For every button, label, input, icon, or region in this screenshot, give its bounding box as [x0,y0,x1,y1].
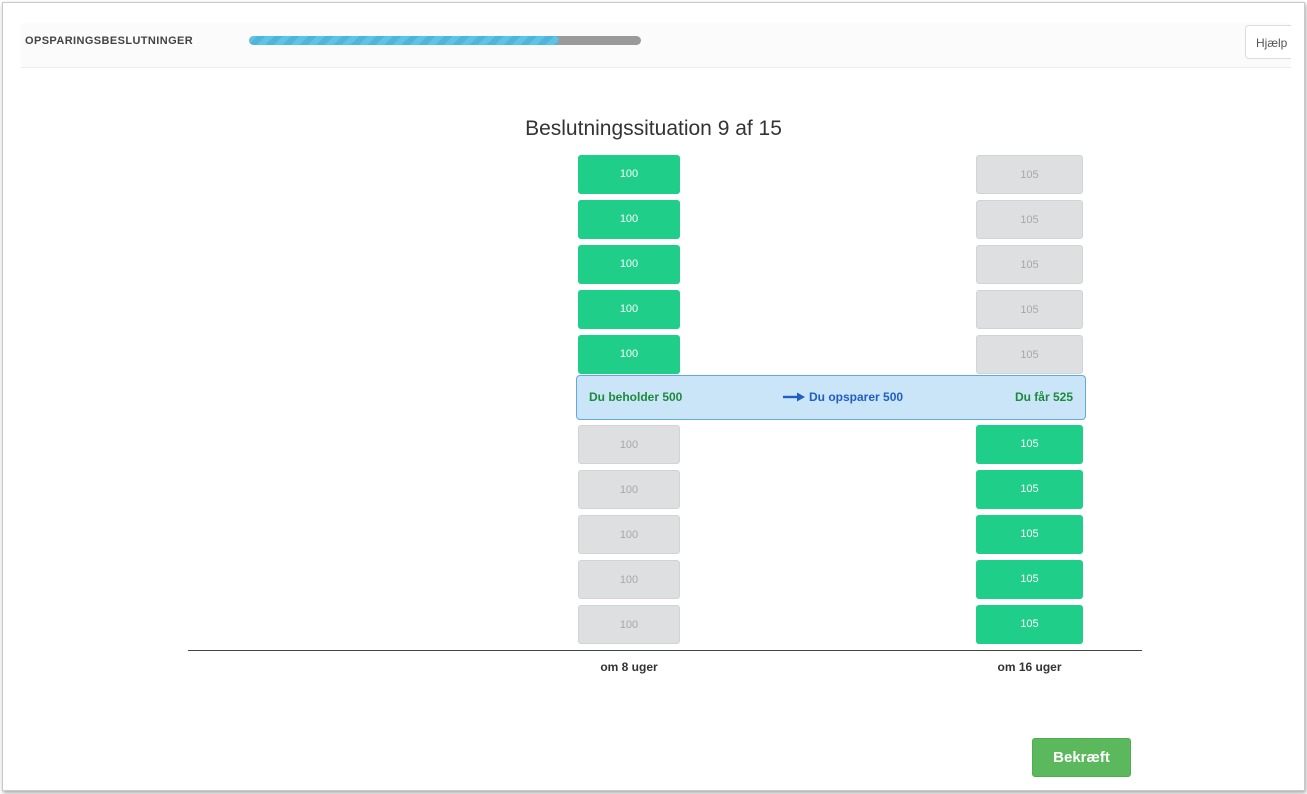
arrow-right-icon [783,392,805,402]
left-amount-cell[interactable]: 100 [578,335,680,374]
keep-amount-label: Du beholder 500 [589,390,683,404]
right-column-label: om 16 uger [997,660,1062,674]
right-amount-cell[interactable]: 105 [976,515,1083,554]
progress-bar [249,36,641,45]
app-title: OPSPARINGSBESLUTNINGER [25,35,194,47]
right-amount-cell[interactable]: 105 [976,605,1083,644]
left-amount-cell[interactable]: 100 [578,200,680,239]
left-amount-cell[interactable]: 100 [578,290,680,329]
timeline-axis [188,650,1142,651]
left-amount-cell[interactable]: 100 [578,245,680,284]
save-amount-group: Du opsparer 500 [783,390,903,404]
left-amount-cell[interactable]: 100 [578,470,680,509]
decision-slider-row[interactable]: Du beholder 500 Du opsparer 500 Du får 5… [576,375,1086,420]
left-amount-cell[interactable]: 100 [578,560,680,599]
right-amount-cell[interactable]: 105 [976,155,1083,194]
right-amount-cell[interactable]: 105 [976,200,1083,239]
right-amount-cell[interactable]: 105 [976,470,1083,509]
help-button[interactable]: Hjælp [1245,25,1291,59]
right-amount-cell[interactable]: 105 [976,335,1083,374]
right-amount-cell[interactable]: 105 [976,425,1083,464]
confirm-button[interactable]: Bekræft [1032,738,1131,777]
progress-bar-fill [249,36,559,45]
left-amount-cell[interactable]: 100 [578,605,680,644]
situation-title: Beslutningssituation 9 af 15 [525,117,782,140]
top-bar: OPSPARINGSBESLUTNINGER Hjælp [21,23,1291,68]
left-amount-cell[interactable]: 100 [578,155,680,194]
left-amount-cell[interactable]: 100 [578,425,680,464]
get-amount-label: Du får 525 [1014,390,1073,404]
right-amount-cell[interactable]: 105 [976,245,1083,284]
save-amount-label: Du opsparer 500 [809,390,904,404]
right-amount-cell[interactable]: 105 [976,290,1083,329]
left-amount-cell[interactable]: 100 [578,515,680,554]
right-amount-cell[interactable]: 105 [976,560,1083,599]
left-column-label: om 8 uger [600,660,658,674]
app-window: OPSPARINGSBESLUTNINGER Hjælp Beslutnings… [2,2,1305,791]
